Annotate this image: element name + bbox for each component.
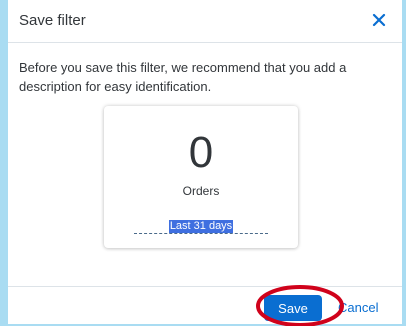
kpi-period-field[interactable]: Last 31 days [134, 216, 268, 234]
kpi-period-text: Last 31 days [168, 220, 234, 233]
dialog-message: Before you save this filter, we recommen… [19, 60, 347, 94]
kpi-value: 0 [188, 128, 214, 177]
close-icon[interactable] [370, 11, 388, 29]
save-button[interactable]: Save [264, 295, 322, 321]
cancel-button[interactable]: Cancel [338, 300, 378, 315]
dialog-header: Save filter [8, 0, 402, 43]
dialog-title: Save filter [19, 12, 86, 29]
kpi-card: 0 Orders Last 31 days [104, 106, 298, 248]
save-filter-dialog: Save filter Before you save this filter,… [8, 0, 402, 324]
dialog-footer: Save Cancel [8, 286, 402, 324]
kpi-label: Orders [182, 184, 220, 198]
